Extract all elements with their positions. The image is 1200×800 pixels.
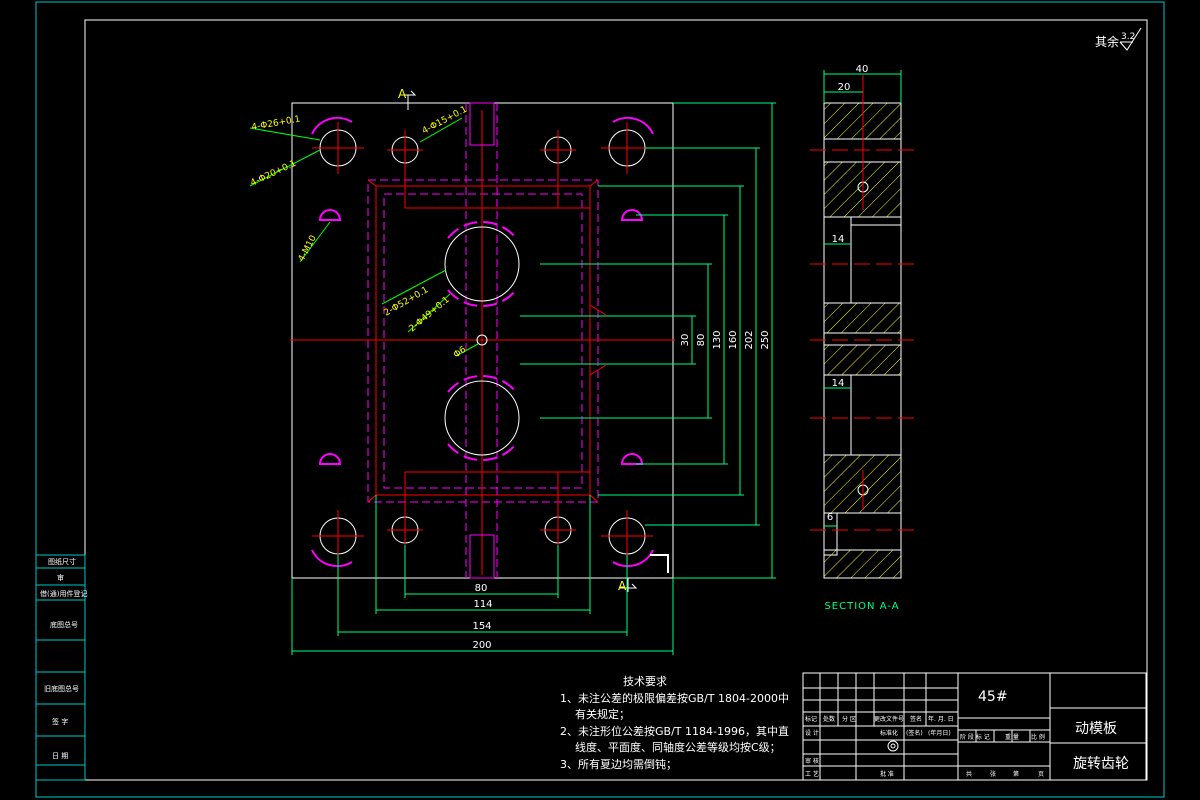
section-mark-top: A [398,87,407,101]
sheet-footer: 张 [990,770,996,778]
revision-header: 标记 [805,715,817,723]
stage-header: 重 量 [1005,733,1019,741]
row-label: 设 计 [805,729,819,737]
dim-v-202: 202 [744,330,755,349]
row-label: (签名) [906,729,923,737]
row-label: (年月日) [928,729,951,737]
plan-view: A A 4-Φ26+0.1 4-Φ20+0.1 4-Φ15+0.1 4-M10 … [249,87,776,655]
dim-h-80: 80 [475,583,488,594]
callout-holes-26: 4-Φ26+0.1 [251,115,301,133]
sheet-footer: 共 [966,770,972,778]
revision-header: 签名 [910,715,922,723]
stage-header: 比 例 [1031,733,1045,741]
side-table [35,554,86,781]
revision-header: 年. 月. 日 [928,715,954,723]
revision-header: 处数 [823,715,835,723]
tech-note-line: 1、未注公差的极限偏差按GB/T 1804-2000中 [560,691,789,705]
side-table-cell: 审 [57,573,64,582]
material: 45# [978,689,1008,705]
tech-notes: 技术要求 1、未注公差的极限偏差按GB/T 1804-2000中 有关规定； 2… [560,675,789,771]
side-table-cell: 日 期 [52,752,68,760]
tech-note-line: 2、未注形位公差按GB/T 1184-1996，其中直 [560,724,789,738]
dim-h-154: 154 [472,621,491,632]
row-label: 标准化 [880,729,898,737]
dim-v-30: 30 [680,334,691,347]
callout-holes-15: 4-Φ15+0.1 [421,105,469,137]
callout-thread-m10: 4-M10 [297,234,319,264]
part-name: 动模板 [1075,721,1117,737]
dim-v-80: 80 [696,334,707,347]
section-view: 40 20 14 14 6 SECTION A-A [810,64,915,612]
tech-note-line: 有关规定； [575,707,630,721]
section-title: SECTION A-A [824,601,899,612]
tech-note-line: 线度、平面度、同轴度公差等级均按C级； [575,740,781,754]
row-label: 批 准 [880,770,894,778]
section-dim-40: 40 [856,64,869,75]
tech-note-line: 3、所有夏边均需倒钝； [560,757,677,771]
tech-notes-title: 技术要求 [623,675,667,688]
dim-h-200: 200 [472,640,491,651]
section-dim-14-upper: 14 [832,234,845,245]
side-table-cell: 借(通)用件登记 [40,589,87,598]
outer-frame [35,1,1165,798]
side-table-cell: 旧底图总号 [44,684,79,693]
revision-header: 更改文件号 [874,715,904,723]
dim-v-250: 250 [760,330,771,349]
side-table-cell: 底图总号 [50,620,78,629]
sheet-footer: 第 [1013,770,1019,778]
row-label: 审 核 [805,757,819,765]
section-dim-20: 20 [838,82,851,93]
side-table-cell: 图纸尺寸 [48,557,76,566]
revision-header: 分 区 [842,715,856,723]
project-name: 旋转齿轮 [1073,756,1129,772]
roughness-symbol: 其余 3.2 [1095,27,1142,51]
roughness-label: 其余 [1095,34,1119,49]
section-mark-bottom: A [618,579,627,593]
section-dim-6: 6 [827,512,833,523]
dim-v-130: 130 [712,330,723,349]
dim-v-160: 160 [728,330,739,349]
row-label: 工 艺 [805,770,819,778]
callout-holes-20: 4-Φ20+0.1 [249,159,298,189]
sheet-footer: 页 [1038,771,1044,778]
stage-header: 阶 段 标 记 [960,733,990,741]
side-table-cell: 签 字 [52,717,68,726]
dim-h-114: 114 [473,599,492,610]
section-dim-14-lower: 14 [832,378,845,389]
